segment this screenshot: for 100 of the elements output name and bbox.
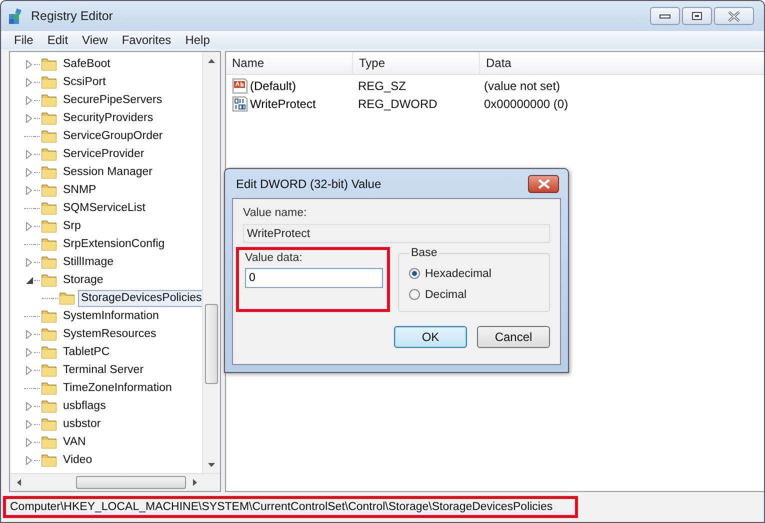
tree-item[interactable]: SrpExtensionConfig — [60, 236, 168, 252]
tree-item[interactable]: SNMP — [60, 182, 100, 198]
value-data-field[interactable]: 0 — [245, 268, 383, 288]
tree-item[interactable]: SQMServiceList — [60, 200, 148, 216]
tree-item[interactable]: ServiceGroupOrder — [60, 128, 166, 144]
radio-button[interactable] — [409, 289, 420, 300]
value-name-field[interactable]: WriteProtect — [243, 224, 550, 243]
tree-item[interactable]: SafeBoot — [60, 56, 114, 72]
scroll-right-arrow-icon[interactable] — [192, 479, 196, 486]
column-header[interactable]: Name — [226, 52, 353, 74]
menu-item[interactable]: Help — [178, 33, 217, 47]
scroll-down-arrow-icon[interactable] — [208, 462, 215, 466]
expand-arrow-icon[interactable] — [26, 78, 32, 86]
folder-icon — [41, 434, 57, 450]
radio-label[interactable]: Decimal — [425, 288, 467, 300]
tree-item[interactable]: VAN — [60, 434, 89, 450]
tree-item[interactable]: Srp — [60, 218, 84, 234]
value-name[interactable]: WriteProtect — [250, 97, 316, 111]
radio-button[interactable] — [409, 268, 420, 279]
folder-icon — [41, 380, 57, 396]
value-data: 0x00000000 (0) — [483, 97, 570, 111]
dialog-button[interactable]: Cancel — [477, 326, 550, 348]
menu-item[interactable]: Edit — [40, 33, 76, 47]
folder-icon — [41, 182, 57, 198]
folder-icon — [41, 344, 57, 360]
expand-arrow-icon[interactable] — [26, 438, 32, 446]
field-label: Value name: — [243, 207, 308, 219]
expand-arrow-icon[interactable] — [26, 330, 32, 338]
tree-item[interactable]: Video — [60, 452, 96, 468]
expand-arrow-icon[interactable] — [26, 420, 32, 428]
folder-icon — [41, 398, 57, 414]
folder-icon — [41, 74, 57, 90]
folder-icon — [41, 110, 57, 126]
expand-arrow-icon[interactable] — [26, 114, 32, 122]
expand-arrow-icon[interactable] — [26, 258, 32, 266]
folder-icon — [41, 236, 57, 252]
tree-item[interactable]: usbflags — [60, 398, 109, 414]
tree-item[interactable]: Terminal Server — [60, 362, 147, 378]
close-icon — [538, 178, 550, 188]
tree-item[interactable]: TabletPC — [60, 344, 113, 360]
vertical-scrollbar[interactable] — [202, 52, 220, 473]
expand-arrow-icon[interactable] — [26, 402, 32, 410]
close-button[interactable] — [528, 174, 559, 192]
expand-arrow-icon[interactable] — [26, 186, 32, 194]
close-button[interactable] — [714, 7, 754, 25]
tree-item[interactable]: SecurePipeServers — [60, 92, 166, 108]
scroll-thumb[interactable] — [76, 476, 186, 489]
folder-icon — [41, 416, 57, 432]
scroll-up-arrow-icon[interactable] — [208, 58, 215, 62]
folder-icon — [59, 290, 75, 306]
expand-arrow-icon[interactable] — [26, 168, 32, 176]
folder-icon — [41, 362, 57, 378]
field-label: Value data: — [245, 252, 304, 264]
expand-arrow-icon[interactable] — [26, 60, 32, 68]
radio-label[interactable]: Hexadecimal — [425, 268, 492, 280]
folder-icon — [41, 272, 57, 288]
expand-arrow-icon[interactable] — [26, 366, 32, 374]
expand-arrow-icon[interactable] — [26, 222, 32, 230]
value-name[interactable]: (Default) — [250, 79, 296, 93]
dialog-button[interactable]: OK — [394, 326, 467, 348]
menu-item[interactable]: Favorites — [114, 33, 178, 47]
tree-item[interactable]: ServiceProvider — [60, 146, 148, 162]
maximize-icon — [691, 11, 703, 21]
minimize-icon — [659, 13, 671, 19]
horizontal-scrollbar[interactable] — [10, 473, 220, 491]
tree-item[interactable]: usbstor — [60, 416, 104, 432]
scroll-thumb[interactable] — [205, 304, 218, 384]
folder-icon — [41, 452, 57, 468]
value-type: REG_DWORD — [357, 97, 438, 111]
string-value-icon — [232, 78, 248, 94]
scroll-left-arrow-icon[interactable] — [16, 479, 20, 486]
tree-item[interactable]: SystemResources — [60, 326, 160, 342]
column-header[interactable]: Type — [353, 52, 480, 74]
window-title: Registry Editor — [31, 9, 114, 23]
folder-icon — [41, 92, 57, 108]
folder-icon — [41, 254, 57, 270]
folder-icon — [41, 56, 57, 72]
folder-icon — [41, 218, 57, 234]
menu-item[interactable]: File — [7, 33, 40, 47]
tree-item[interactable]: ScsiPort — [60, 74, 109, 90]
status-path: Computer\HKEY_LOCAL_MACHINE\SYSTEM\CurrentControlSet\Control\Storage\StorageDevicesPolicies — [3, 496, 578, 518]
minimize-button[interactable] — [650, 7, 680, 25]
tree-item[interactable]: Storage — [60, 272, 106, 288]
tree-item[interactable]: StillImage — [60, 254, 116, 270]
folder-icon — [41, 164, 57, 180]
collapse-arrow-icon[interactable] — [26, 276, 32, 284]
expand-arrow-icon[interactable] — [26, 456, 32, 464]
expand-arrow-icon[interactable] — [26, 348, 32, 356]
menu-item[interactable]: View — [75, 33, 115, 47]
folder-icon — [41, 308, 57, 324]
value-type: REG_SZ — [357, 79, 408, 93]
expand-arrow-icon[interactable] — [26, 150, 32, 158]
maximize-button[interactable] — [682, 7, 712, 25]
tree-item[interactable]: Session Manager — [60, 164, 156, 180]
expand-arrow-icon[interactable] — [26, 96, 32, 104]
tree-item[interactable]: TimeZoneInformation — [60, 380, 175, 396]
tree-item[interactable]: SystemInformation — [60, 308, 162, 324]
tree-item[interactable]: SecurityProviders — [60, 110, 156, 126]
tree-item[interactable]: StorageDevicesPolicies — [78, 290, 202, 306]
column-header[interactable]: Data — [480, 52, 764, 74]
